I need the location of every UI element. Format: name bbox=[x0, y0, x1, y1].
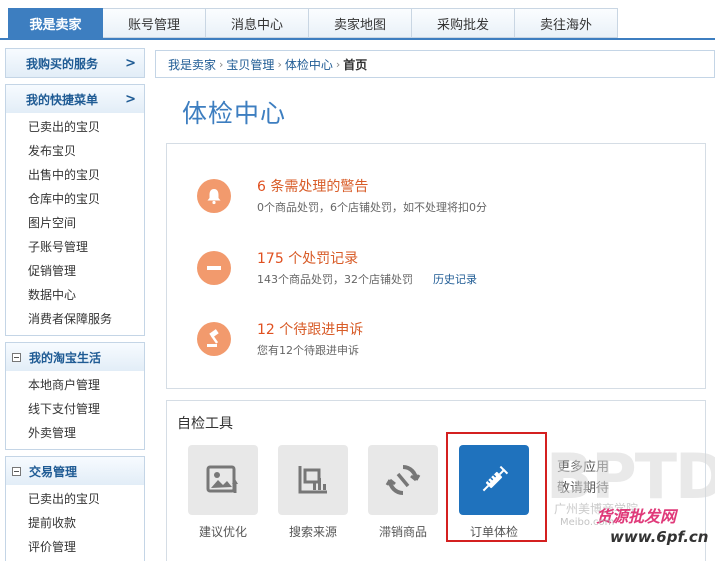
bell-icon bbox=[197, 179, 231, 213]
warning-detail-suffix: 分 bbox=[476, 201, 487, 214]
quick-menu-box: 我的快捷菜单 > 已卖出的宝贝 发布宝贝 出售中的宝贝 仓库中的宝贝 图片空间 … bbox=[5, 84, 145, 336]
sidebar-item-on-sale[interactable]: 出售中的宝贝 bbox=[28, 163, 144, 187]
breadcrumb-checkup-center[interactable]: 体检中心 bbox=[285, 56, 333, 73]
quick-menu-header[interactable]: 我的快捷菜单 > bbox=[6, 85, 144, 113]
sidebar-item-local-merchant[interactable]: 本地商户管理 bbox=[28, 373, 144, 397]
sidebar-item-image-space[interactable]: 图片空间 bbox=[28, 211, 144, 235]
sidebar: 我购买的服务 > 我的快捷菜单 > 已卖出的宝贝 发布宝贝 出售中的宝贝 仓库中… bbox=[5, 48, 145, 561]
tool-search-source-label: 搜索来源 bbox=[288, 525, 337, 539]
services-title: 我购买的服务 bbox=[26, 56, 99, 71]
appeal-count[interactable]: 12 bbox=[257, 322, 275, 338]
penalty-count[interactable]: 175 bbox=[257, 251, 284, 267]
taobao-life-header[interactable]: 我的淘宝生活 bbox=[6, 343, 144, 371]
warning-count[interactable]: 6 bbox=[257, 179, 266, 195]
quick-menu-list: 已卖出的宝贝 发布宝贝 出售中的宝贝 仓库中的宝贝 图片空间 子账号管理 促销管… bbox=[6, 113, 144, 335]
collapse-icon[interactable] bbox=[12, 352, 21, 362]
sidebar-item-trade-sold[interactable]: 已卖出的宝贝 bbox=[28, 487, 144, 511]
appeal-alert: 12 个待跟进申诉 您有12个待跟进申诉 bbox=[197, 320, 363, 358]
page-title: 体检中心 bbox=[182, 99, 287, 128]
services-header[interactable]: 我购买的服务 > bbox=[6, 49, 144, 77]
tool-slow-moving[interactable]: 滞销商品 bbox=[368, 445, 438, 540]
warning-detail: 0个商品处罚，6个店铺处罚，如不处理将扣 bbox=[257, 201, 469, 214]
sidebar-item-sold[interactable]: 已卖出的宝贝 bbox=[28, 115, 144, 139]
sidebar-item-sub-accounts[interactable]: 子账号管理 bbox=[28, 235, 144, 259]
services-box: 我购买的服务 > bbox=[5, 48, 145, 78]
trade-title: 交易管理 bbox=[29, 464, 78, 479]
gavel-icon bbox=[197, 322, 231, 356]
chevron-right-icon[interactable]: > bbox=[125, 92, 136, 107]
tab-account[interactable]: 账号管理 bbox=[103, 8, 206, 38]
watermark-url: www.6pf.cn bbox=[610, 528, 709, 546]
sidebar-item-promotions[interactable]: 促销管理 bbox=[28, 259, 144, 283]
watermark-url-small: Meibo.com bbox=[560, 517, 615, 528]
tab-messages[interactable]: 消息中心 bbox=[206, 8, 309, 38]
highlight-box bbox=[446, 432, 547, 542]
breadcrumb-separator: › bbox=[335, 57, 341, 71]
taobao-life-title: 我的淘宝生活 bbox=[29, 350, 102, 365]
minus-icon bbox=[197, 251, 231, 285]
refresh-icon[interactable] bbox=[368, 445, 438, 515]
chevron-right-icon[interactable]: > bbox=[125, 56, 136, 71]
history-link[interactable]: 历史记录 bbox=[433, 273, 477, 286]
nav-underline bbox=[0, 38, 715, 40]
breadcrumb-current: 首页 bbox=[343, 57, 368, 72]
tool-search-source[interactable]: 搜索来源 bbox=[278, 445, 348, 540]
sidebar-item-reviews[interactable]: 评价管理 bbox=[28, 535, 144, 559]
warning-alert: 6 条需处理的警告 0个商品处罚，6个店铺处罚，如不处理将扣0分 bbox=[197, 177, 487, 215]
tool-slow-moving-label: 滞销商品 bbox=[378, 525, 427, 539]
sidebar-item-takeout[interactable]: 外卖管理 bbox=[28, 421, 144, 445]
appeal-label[interactable]: 个待跟进申诉 bbox=[279, 322, 363, 338]
penalty-detail: 143个商品处罚，32个店铺处罚 bbox=[257, 273, 413, 286]
top-navigation: 我是卖家 账号管理 消息中心 卖家地图 采购批发 卖往海外 bbox=[8, 8, 623, 38]
alerts-panel: 6 条需处理的警告 0个商品处罚，6个店铺处罚，如不处理将扣0分 175 个处罚… bbox=[166, 143, 706, 389]
taobao-life-box: 我的淘宝生活 本地商户管理 线下支付管理 外卖管理 bbox=[5, 342, 145, 450]
penalty-alert: 175 个处罚记录 143个商品处罚，32个店铺处罚 历史记录 bbox=[197, 249, 477, 287]
collapse-icon[interactable] bbox=[12, 466, 21, 476]
sidebar-item-consumer-protection[interactable]: 消费者保障服务 bbox=[28, 307, 144, 331]
breadcrumb-seller[interactable]: 我是卖家 bbox=[168, 56, 216, 73]
sidebar-item-warehouse[interactable]: 仓库中的宝贝 bbox=[28, 187, 144, 211]
tab-seller-map[interactable]: 卖家地图 bbox=[309, 8, 412, 38]
chart-bars-icon[interactable] bbox=[278, 445, 348, 515]
warning-deduction-value: 0 bbox=[469, 201, 476, 214]
breadcrumb-separator: › bbox=[219, 57, 224, 71]
quick-menu-title: 我的快捷菜单 bbox=[26, 92, 99, 107]
warning-label[interactable]: 条需处理的警告 bbox=[270, 179, 368, 195]
trade-box: 交易管理 已卖出的宝贝 提前收款 评价管理 bbox=[5, 456, 145, 561]
breadcrumb: 我是卖家 › 宝贝管理 › 体检中心 › 首页 bbox=[155, 50, 715, 78]
tab-seller[interactable]: 我是卖家 bbox=[8, 8, 103, 38]
penalty-label[interactable]: 个处罚记录 bbox=[288, 251, 358, 267]
tools-title: 自检工具 bbox=[177, 416, 233, 432]
breadcrumb-item-management[interactable]: 宝贝管理 bbox=[226, 56, 274, 73]
sidebar-item-data-center[interactable]: 数据中心 bbox=[28, 283, 144, 307]
tab-wholesale[interactable]: 采购批发 bbox=[412, 8, 515, 38]
sidebar-item-early-collection[interactable]: 提前收款 bbox=[28, 511, 144, 535]
appeal-detail: 您有12个待跟进申诉 bbox=[257, 344, 359, 357]
tool-optimize[interactable]: 建议优化 bbox=[188, 445, 258, 540]
tab-overseas[interactable]: 卖往海外 bbox=[515, 8, 618, 38]
tool-optimize-label: 建议优化 bbox=[198, 525, 247, 539]
taobao-life-list: 本地商户管理 线下支付管理 外卖管理 bbox=[6, 371, 144, 449]
sidebar-item-publish[interactable]: 发布宝贝 bbox=[28, 139, 144, 163]
trade-list: 已卖出的宝贝 提前收款 评价管理 bbox=[6, 485, 144, 561]
image-upload-icon[interactable] bbox=[188, 445, 258, 515]
sidebar-item-offline-payment[interactable]: 线下支付管理 bbox=[28, 397, 144, 421]
breadcrumb-separator: › bbox=[277, 57, 282, 71]
trade-header[interactable]: 交易管理 bbox=[6, 457, 144, 485]
